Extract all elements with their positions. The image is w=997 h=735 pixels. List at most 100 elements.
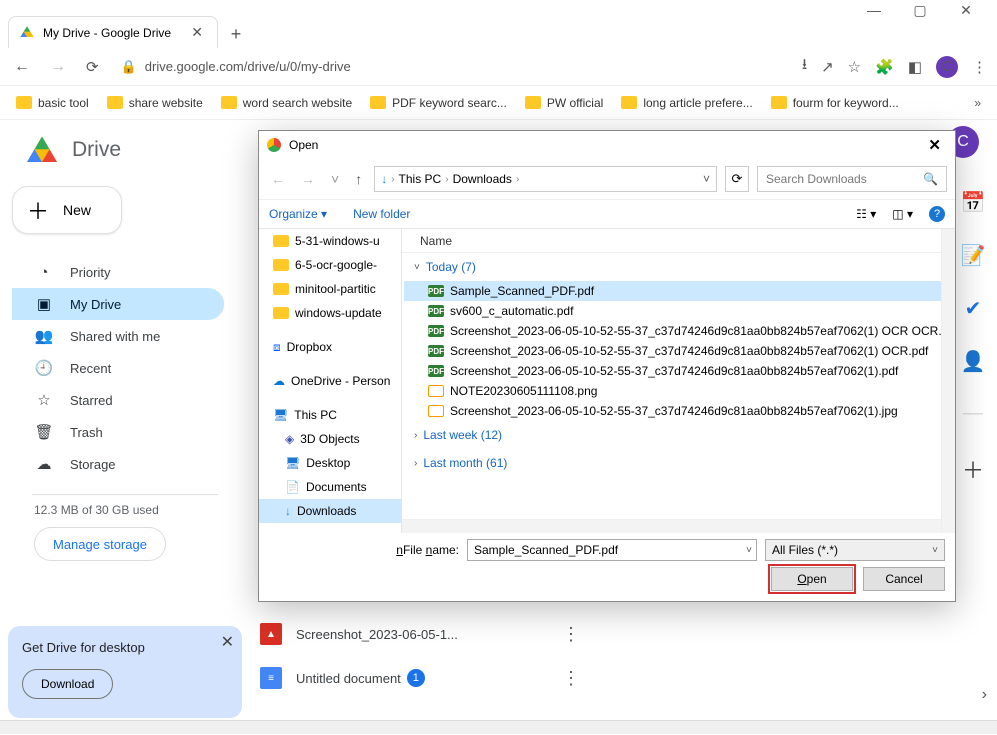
file-item[interactable]: PDFScreenshot_2023-06-05-10-52-55-37_c37… [404,321,955,341]
refresh-button[interactable]: ⟳ [725,166,749,192]
nav-back-icon[interactable]: ← [10,58,34,76]
file-item[interactable]: PDFScreenshot_2023-06-05-10-52-55-37_c37… [404,341,955,361]
sidebar-item-storage[interactable]: ☁Storage [12,448,224,480]
tree-item[interactable]: 5-31-windows-u [259,229,401,253]
file-item[interactable]: NOTE20230605111108.png [404,381,955,401]
star-icon[interactable]: ☆ [848,58,861,76]
dialog-back-icon[interactable]: ← [267,171,289,187]
maximize-icon[interactable]: ▢ [907,2,933,14]
tree-item[interactable]: minitool-partitic [259,277,401,301]
dialog-titlebar[interactable]: Open ✕ [259,131,955,159]
folder-icon [273,307,289,319]
file-item[interactable]: PDFSample_Scanned_PDF.pdf [404,281,955,301]
bookmark-item[interactable]: long article prefere... [621,96,752,110]
group-last-month[interactable]: ›Last month (61) [404,449,955,477]
file-type-filter[interactable]: All Files (*.*)˅ [765,539,945,561]
side-rail: 📅 📝 ✔ 👤 — ＋ [949,190,997,485]
expand-chevron-icon[interactable]: › [982,686,987,704]
preview-pane-icon[interactable]: ◫ ▾ [892,207,913,221]
group-today[interactable]: ˅Today (7) [404,253,955,281]
group-last-week[interactable]: ›Last week (12) [404,421,955,449]
tab-title: My Drive - Google Drive [43,26,171,40]
file-item[interactable]: Screenshot_2023-06-05-10-52-55-37_c37d74… [404,401,955,421]
contacts-icon[interactable]: 👤 [961,349,986,374]
url-field[interactable]: 🔒 drive.google.com/drive/u/0/my-drive [115,59,790,75]
sidebar-item-priority[interactable]: ◔Priority [12,256,224,288]
keep-icon[interactable]: 📝 [961,243,986,268]
browser-scrollbar[interactable] [0,720,997,734]
download-icon[interactable]: ⭳ [802,54,807,79]
more-icon[interactable]: ⋮ [562,668,580,689]
reload-icon[interactable]: ⟳ [82,58,103,76]
bookmark-item[interactable]: share website [107,96,203,110]
download-button[interactable]: Download [22,669,113,699]
tree-item[interactable]: 6-5-ocr-google- [259,253,401,277]
new-folder-button[interactable]: New folder [353,207,410,221]
open-button[interactable]: Open [771,567,853,591]
new-tab-button[interactable]: + [222,20,250,48]
tree-item-onedrive[interactable]: ☁OneDrive - Person [259,369,401,393]
addons-plus-icon[interactable]: ＋ [962,453,984,485]
tab-close-icon[interactable]: ✕ [191,24,203,41]
sidebar-item-recent[interactable]: 🕘Recent [12,352,224,384]
minimize-icon[interactable]: ― [861,2,887,14]
horizontal-scrollbar[interactable] [402,519,955,533]
nav-forward-icon[interactable]: → [46,58,70,76]
dialog-close-icon[interactable]: ✕ [922,136,947,154]
drive-logo[interactable]: Drive [22,132,121,168]
tree-item-documents[interactable]: 📄Documents [259,475,401,499]
bookmark-item[interactable]: PW official [525,96,603,110]
sidebar-item-shared[interactable]: 👥Shared with me [12,320,224,352]
share-icon[interactable]: ↗ [821,58,834,76]
bookmark-item[interactable]: fourm for keyword... [771,96,899,110]
bookmarks-overflow-icon[interactable]: » [974,96,981,110]
file-row[interactable]: ≡ Untitled document 1 ⋮ [260,658,580,698]
dialog-up-icon[interactable]: ˅ [327,171,343,187]
tasks-icon[interactable]: ✔ [965,296,982,321]
bookmark-item[interactable]: PDF keyword searc... [370,96,507,110]
tree-item-desktop[interactable]: 🖥Desktop [259,451,401,475]
dropbox-icon: ⧈ [273,340,281,355]
sidebar-item-starred[interactable]: ☆Starred [12,384,224,416]
tree-item[interactable]: windows-update [259,301,401,325]
dialog-search-input[interactable]: Search Downloads 🔍 [757,166,947,192]
extensions-icon[interactable]: 🧩 [875,58,894,76]
vertical-scrollbar[interactable] [941,229,955,533]
profile-avatar[interactable]: C [936,56,958,78]
bookmark-item[interactable]: word search website [221,96,352,110]
sidebar-item-trash[interactable]: 🗑Trash [12,416,224,448]
cancel-button[interactable]: Cancel [863,567,945,591]
column-header-name[interactable]: Name [402,229,955,253]
tree-item-dropbox[interactable]: ⧈Dropbox [259,335,401,359]
menu-icon[interactable]: ⋮ [972,58,987,76]
file-row[interactable]: ▲ Screenshot_2023-06-05-1... ⋮ [260,614,580,654]
sidepanel-icon[interactable]: ◧ [908,58,922,76]
promo-title: Get Drive for desktop [22,640,228,655]
bookmark-item[interactable]: basic tool [16,96,89,110]
promo-close-icon[interactable]: ✕ [221,632,234,652]
calendar-icon[interactable]: 📅 [961,190,986,215]
file-item[interactable]: PDFScreenshot_2023-06-05-10-52-55-37_c37… [404,361,955,381]
dialog-forward-icon[interactable]: → [297,171,319,187]
help-icon[interactable]: ? [929,206,945,222]
sidebar-item-my-drive[interactable]: ▣My Drive [12,288,224,320]
browser-tab[interactable]: My Drive - Google Drive ✕ [8,16,218,48]
filename-input[interactable]: Sample_Scanned_PDF.pdf˅ [467,539,757,561]
chevron-down-icon[interactable]: ˅ [746,545,752,556]
folder-icon [370,96,386,109]
file-name: Screenshot_2023-06-05-1... [296,627,458,642]
close-icon[interactable]: ✕ [953,2,979,14]
dialog-up-icon[interactable]: ↑ [351,171,366,187]
tree-item-downloads[interactable]: ↓Downloads [259,499,401,523]
dialog-breadcrumb[interactable]: ↓ › This PC › Downloads › ˅ [374,166,717,192]
manage-storage-button[interactable]: Manage storage [34,527,166,561]
chevron-down-icon[interactable]: ˅ [703,172,710,186]
tree-item-3d-objects[interactable]: ◈3D Objects [259,427,401,451]
more-icon[interactable]: ⋮ [562,624,580,645]
tree-item-this-pc[interactable]: 🖥This PC [259,403,401,427]
organize-menu[interactable]: Organize ▾ [269,207,327,221]
file-item[interactable]: PDFsv600_c_automatic.pdf [404,301,955,321]
chevron-down-icon[interactable]: ˅ [932,545,938,556]
new-button[interactable]: ＋ New [12,186,122,234]
view-options-icon[interactable]: ☷ ▾ [856,207,876,221]
